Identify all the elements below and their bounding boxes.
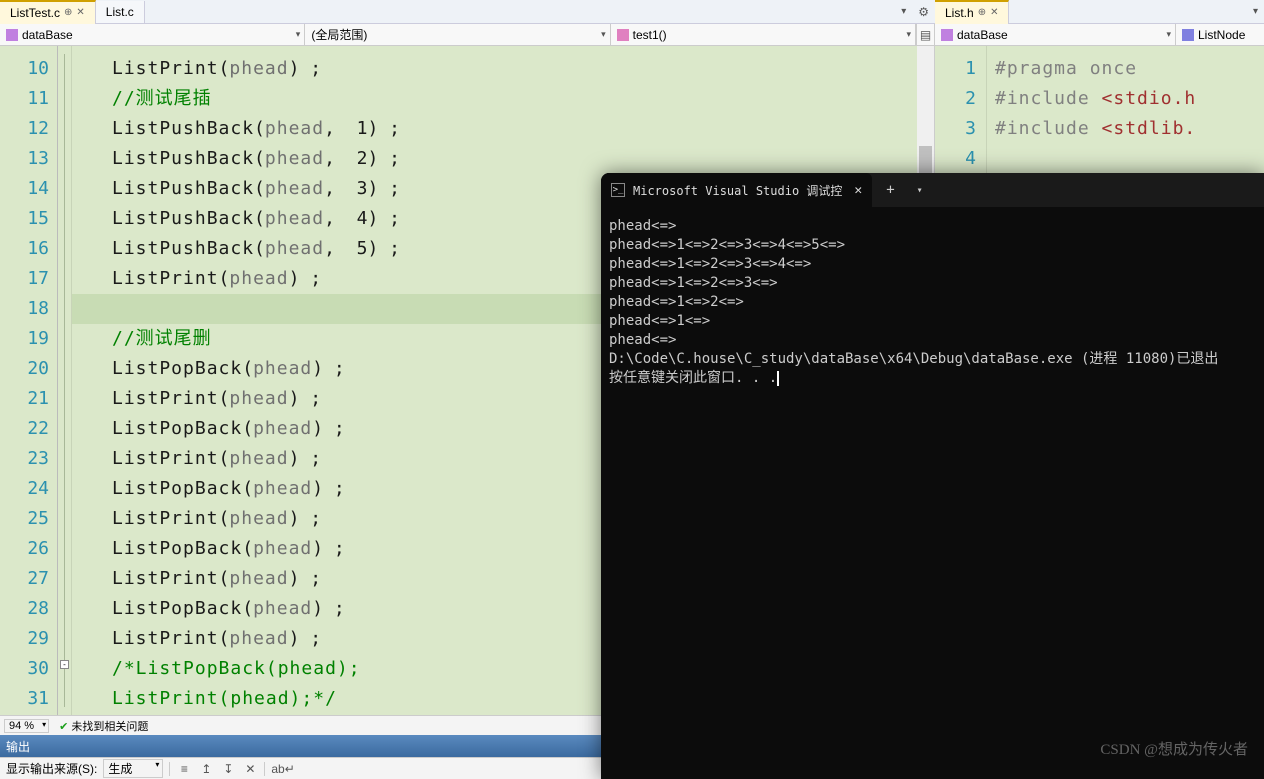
terminal-body[interactable]: phead<=>phead<=>1<=>2<=>3<=>4<=>5<=>phea… — [601, 207, 1264, 398]
watermark: CSDN @想成为传火者 — [1100, 738, 1248, 759]
tabs-right: List.h ⊕ ✕ ▾ — [935, 0, 1264, 24]
tab-label: List.h — [945, 6, 974, 20]
output-source-label: 显示输出来源(S): — [6, 760, 97, 777]
clear-output-icon[interactable]: ✕ — [242, 762, 258, 776]
terminal-icon: >_ — [611, 183, 625, 197]
split-toggle-icon[interactable]: ▤ — [916, 24, 934, 45]
line-gutter: 1011121314151617181920212223242526272829… — [0, 46, 58, 715]
project-icon — [941, 29, 953, 41]
close-icon[interactable]: ✕ — [76, 7, 84, 18]
scope-dropdown[interactable]: dataBase▾ — [0, 24, 305, 45]
terminal-tab[interactable]: >_ Microsoft Visual Studio 调试控 ✕ — [601, 173, 872, 207]
check-icon: ✔ — [59, 721, 68, 733]
tab-listtest-c[interactable]: ListTest.c ⊕ ✕ — [0, 0, 96, 24]
tab-label: List.c — [106, 5, 134, 19]
tab-list-h[interactable]: List.h ⊕ ✕ — [935, 0, 1009, 24]
new-tab-button[interactable]: + — [872, 182, 908, 198]
next-output-icon[interactable]: ↧ — [220, 762, 236, 776]
pin-icon[interactable]: ⊕ — [978, 7, 986, 18]
output-source-dropdown[interactable]: 生成 — [103, 759, 163, 778]
chevron-down-icon: ▾ — [906, 29, 911, 40]
member-dropdown[interactable]: ListNode — [1176, 24, 1264, 45]
terminal-titlebar: >_ Microsoft Visual Studio 调试控 ✕ + ▾ — [601, 173, 1264, 207]
chevron-down-icon: ▾ — [601, 29, 606, 40]
prev-output-icon[interactable]: ↥ — [198, 762, 214, 776]
outline-column[interactable]: - — [58, 46, 72, 715]
navbar-left: dataBase▾ (全局范围)▾ test1()▾ ▤ — [0, 24, 934, 46]
struct-icon — [1182, 29, 1194, 41]
collapse-toggle-icon[interactable]: - — [60, 660, 69, 669]
tab-menu-icon[interactable]: ▾ — [909, 185, 931, 196]
word-wrap-icon[interactable]: ab↵ — [271, 762, 287, 776]
issues-indicator[interactable]: ✔ 未找到相关问题 — [59, 718, 148, 734]
zoom-dropdown[interactable]: 94 % — [4, 719, 49, 733]
goto-output-icon[interactable]: ≡ — [176, 762, 192, 776]
pin-icon[interactable]: ⊕ — [64, 7, 72, 18]
tab-overflow-icon[interactable]: ▾ — [1247, 6, 1264, 17]
method-icon — [617, 29, 629, 41]
chevron-down-icon: ▾ — [1166, 29, 1171, 40]
navbar-right: dataBase▾ ListNode — [935, 24, 1264, 46]
tab-label: ListTest.c — [10, 6, 60, 20]
gear-icon[interactable]: ⚙ — [912, 5, 935, 19]
debug-terminal[interactable]: >_ Microsoft Visual Studio 调试控 ✕ + ▾ phe… — [601, 173, 1264, 779]
member-dropdown[interactable]: test1()▾ — [611, 24, 916, 45]
tabs-left: ListTest.c ⊕ ✕ List.c ▾ ⚙ — [0, 0, 935, 24]
project-icon — [6, 29, 18, 41]
tab-overflow-icon[interactable]: ▾ — [895, 6, 912, 17]
scope-dropdown[interactable]: dataBase▾ — [935, 24, 1176, 45]
context-dropdown[interactable]: (全局范围)▾ — [305, 24, 610, 45]
terminal-tab-title: Microsoft Visual Studio 调试控 — [633, 182, 842, 199]
close-icon[interactable]: ✕ — [990, 7, 998, 18]
tab-list-c[interactable]: List.c — [96, 1, 145, 23]
chevron-down-icon: ▾ — [296, 29, 301, 40]
close-icon[interactable]: ✕ — [854, 183, 862, 198]
